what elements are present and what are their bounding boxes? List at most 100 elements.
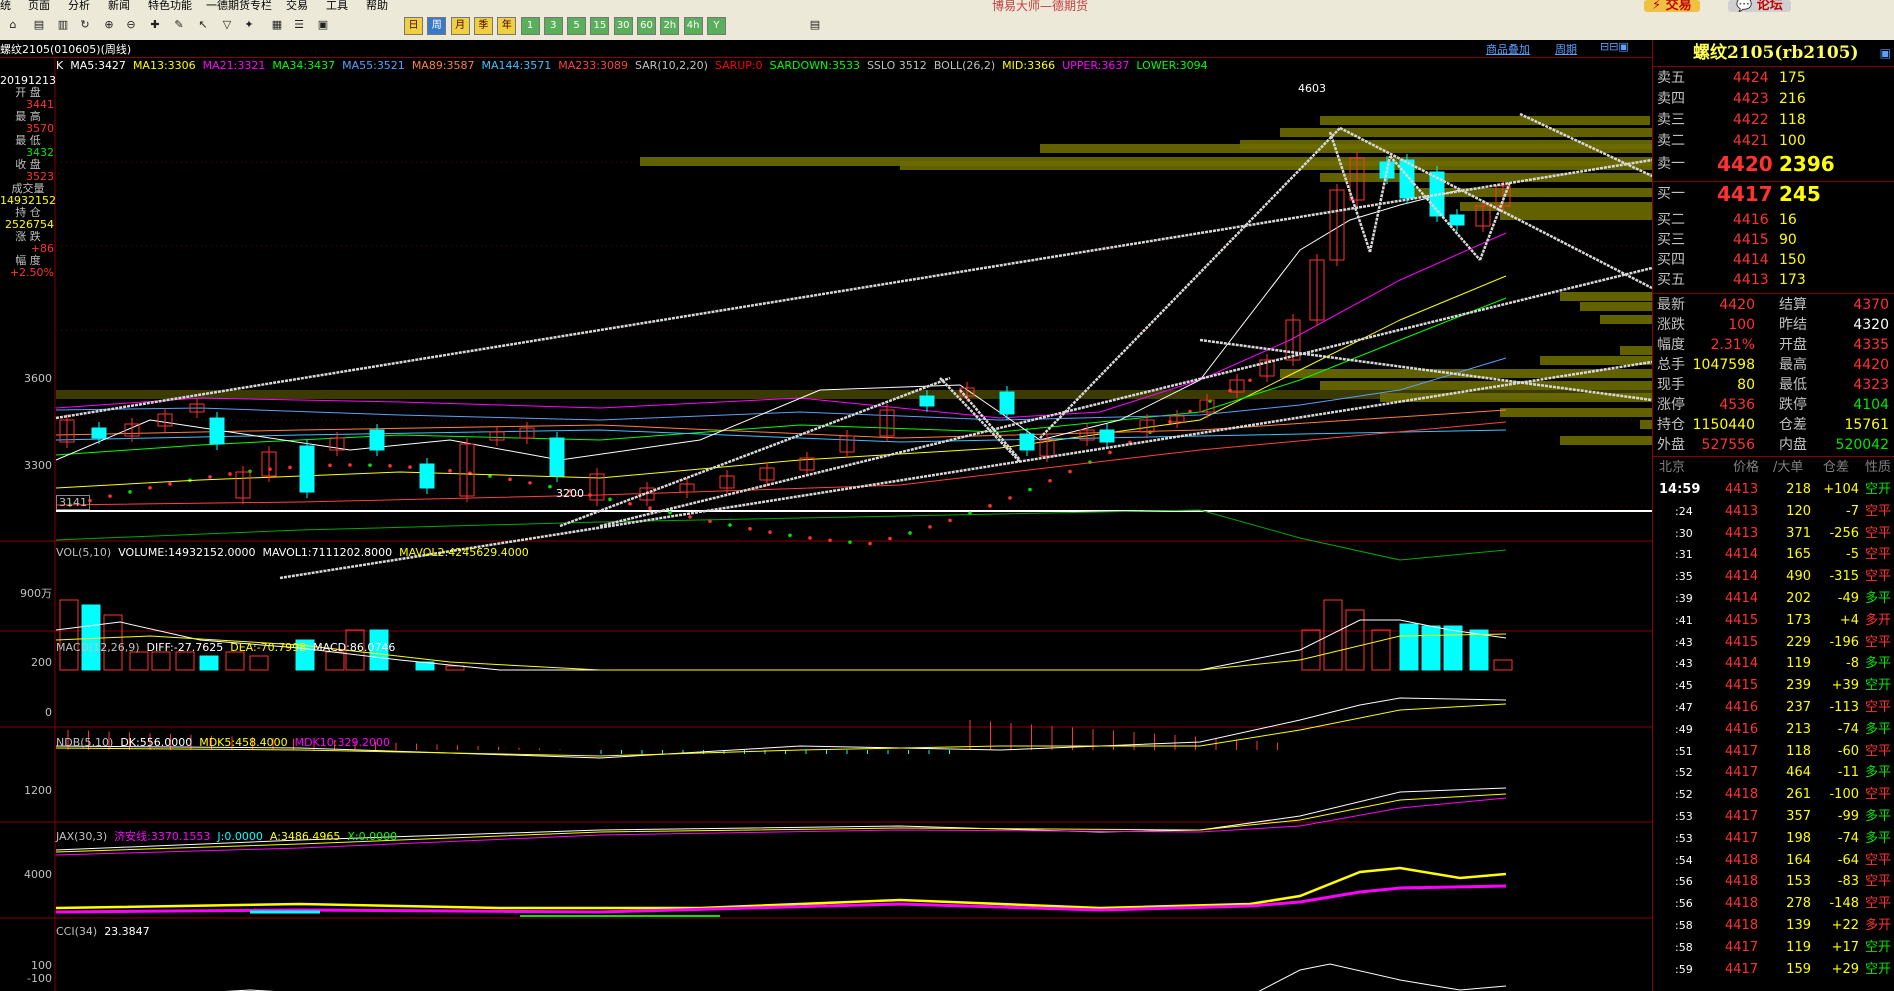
timeframe-12[interactable]: 4h	[683, 17, 703, 35]
timeframe-13[interactable]: Y	[706, 17, 726, 35]
timeframe-2[interactable]: 月	[450, 17, 470, 35]
tick-time: :53	[1675, 810, 1693, 823]
list-icon[interactable]: ☰	[290, 16, 308, 34]
grid-icon[interactable]: ▦	[268, 16, 286, 34]
ask-row[interactable]: 卖二 4421 100	[1653, 131, 1894, 151]
chart-area[interactable]	[0, 40, 1652, 991]
timeframe-7[interactable]: 5	[567, 17, 587, 35]
calculator-icon[interactable]: ▤	[806, 16, 824, 34]
tick-price: 4414	[1725, 547, 1759, 563]
ndb-legend-item: DK:556.0000	[120, 736, 193, 749]
timeframe-5[interactable]: 1	[520, 17, 540, 35]
jax-legend-item: A:3486.4965	[269, 830, 341, 843]
cursor-icon[interactable]: ↖	[194, 16, 212, 34]
menu-item-5[interactable]: 一德期货专栏	[206, 0, 272, 10]
sar-dot	[988, 504, 992, 508]
panel-collapse-icon[interactable]: ▣	[1880, 46, 1891, 60]
timeframe-3[interactable]: 季	[473, 17, 493, 35]
menu-item-0[interactable]: 统	[0, 0, 11, 10]
volume-bar	[199, 655, 219, 671]
bid-row[interactable]: 买一 4417 245	[1653, 184, 1894, 204]
tick-time: :41	[1675, 613, 1693, 627]
bid-row[interactable]: 买二 4416 16	[1653, 210, 1894, 230]
pen-icon[interactable]: ✎	[170, 16, 188, 34]
timeframe-4[interactable]: 年	[497, 17, 517, 35]
timeframe-0[interactable]: 日	[404, 17, 423, 35]
main-legend-item: MA144:3571	[481, 59, 552, 72]
tick-row: :58 4417 119 +17 空开	[1653, 938, 1894, 958]
menu-item-3[interactable]: 新闻	[108, 0, 130, 10]
stat-value: 15761	[1844, 417, 1889, 433]
stat-value: 80	[1737, 377, 1755, 393]
vol-legend-item: VOLUME:14932152.0000	[118, 546, 256, 559]
volume-bar	[325, 651, 345, 671]
tick-volume: 237	[1786, 700, 1811, 715]
ask-row[interactable]: 卖三 4422 118	[1653, 110, 1894, 130]
zoom-in-icon[interactable]: ⊕	[100, 16, 118, 34]
tick-nature: 空平	[1865, 743, 1892, 759]
tick-price: 4415	[1725, 634, 1759, 650]
home-icon[interactable]: ⌂	[4, 16, 22, 34]
menu-item-7[interactable]: 工具	[326, 0, 348, 10]
ask-row[interactable]: 卖一 4420 2396	[1653, 154, 1894, 174]
timeframe-9[interactable]: 30	[613, 17, 633, 35]
sar-dot	[348, 463, 352, 467]
period-link[interactable]: 周期	[1555, 41, 1577, 57]
tick-row: :31 4414 165 -5 空平	[1653, 545, 1894, 565]
refresh-icon[interactable]: ↻	[76, 16, 94, 34]
bid-row[interactable]: 买五 4413 173	[1653, 270, 1894, 290]
timeframe-1[interactable]: 周	[427, 17, 447, 35]
layout-icon[interactable]: ▥	[54, 16, 72, 34]
timeframe-8[interactable]: 15	[590, 17, 610, 35]
page-icon[interactable]: ▤	[30, 16, 48, 34]
main-legend-item: SARDOWN:3533	[769, 59, 860, 72]
timeframe-11[interactable]: 2h	[660, 17, 680, 35]
tick-volume: 239	[1786, 678, 1811, 694]
timeframe-10[interactable]: 60	[637, 17, 656, 35]
ask-label: 卖二	[1657, 133, 1685, 149]
stat-label: 结算	[1779, 297, 1807, 313]
new-icon[interactable]: ✦	[240, 16, 258, 34]
filter-icon[interactable]: ▽	[218, 16, 236, 34]
tick-nature: 多开	[1865, 612, 1892, 628]
menu-item-4[interactable]: 特色功能	[148, 0, 192, 10]
ask-volume: 2396	[1779, 152, 1835, 176]
bid-row[interactable]: 买四 4414 150	[1653, 250, 1894, 270]
overlay-link[interactable]: 商品叠加	[1486, 41, 1530, 57]
bid-label: 买五	[1657, 272, 1685, 288]
menu-item-6[interactable]: 交易	[286, 0, 308, 10]
tick-time: :43	[1675, 657, 1693, 671]
tick-time: :53	[1675, 831, 1693, 845]
tool-icon[interactable]: ✚	[146, 16, 164, 34]
sar-dot	[908, 531, 912, 535]
timeframe-6[interactable]: 3	[543, 17, 563, 35]
tick-nature: 空平	[1865, 503, 1892, 519]
trade-button[interactable]: ⚡ 交易	[1644, 0, 1700, 12]
sar-dot	[768, 530, 772, 534]
ask-row[interactable]: 卖五 4424 175	[1653, 68, 1894, 88]
forum-button[interactable]: 💬 论坛	[1728, 0, 1791, 12]
tick-time: :47	[1675, 701, 1693, 714]
bid-price: 4413	[1733, 272, 1769, 288]
menu-item-2[interactable]: 分析	[68, 0, 90, 10]
tick-price: 4414	[1725, 656, 1759, 672]
chart-canvas[interactable]	[0, 40, 1652, 991]
low-point-label: 3200	[556, 487, 584, 500]
window-controls[interactable]: ⊟⊟▣	[1600, 40, 1629, 53]
tick-volume: 202	[1786, 591, 1811, 606]
bid-row[interactable]: 买三 4415 90	[1653, 230, 1894, 250]
sar-dot	[128, 490, 132, 494]
tick-volume: 119	[1786, 939, 1811, 955]
menu-item-8[interactable]: 帮助	[366, 0, 388, 10]
tick-volume: 261	[1786, 787, 1811, 803]
sar-dot	[548, 484, 552, 489]
tick-price: 4416	[1725, 700, 1759, 715]
tick-time: :54	[1675, 853, 1693, 867]
ask-price: 4422	[1733, 112, 1769, 128]
stat-label: 昨结	[1779, 317, 1807, 333]
ask-row[interactable]: 卖四 4423 216	[1653, 89, 1894, 109]
tick-time: :39	[1675, 592, 1693, 605]
chart-icon[interactable]: ▣	[314, 16, 332, 34]
zoom-out-icon[interactable]: ⊖	[122, 16, 140, 34]
menu-item-1[interactable]: 页面	[28, 0, 50, 10]
